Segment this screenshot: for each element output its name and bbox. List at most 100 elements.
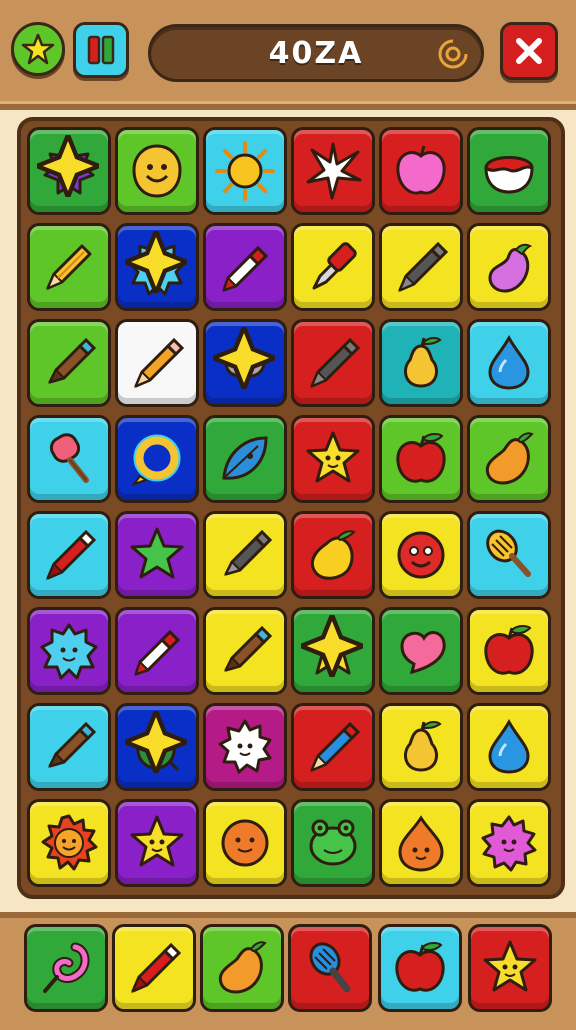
board-tile[interactable] xyxy=(379,607,463,695)
water-drop-icon xyxy=(488,334,530,390)
blue-whisk-icon xyxy=(309,942,351,993)
blue-crayon-icon xyxy=(310,721,361,772)
board-tile[interactable] xyxy=(291,607,375,695)
board-tile[interactable] xyxy=(115,511,199,599)
red-pen-icon xyxy=(222,245,269,292)
top-bar: 40ZA xyxy=(0,0,576,110)
item-tray xyxy=(0,912,576,1030)
board-tile[interactable] xyxy=(379,799,463,887)
grey-crayon-icon xyxy=(398,241,449,292)
board-tile[interactable] xyxy=(115,223,199,311)
board-tile[interactable] xyxy=(203,607,287,695)
yellow-lemon-icon xyxy=(311,530,356,580)
board-tile[interactable] xyxy=(203,799,287,887)
yellow-star-icon xyxy=(306,431,360,483)
sparkle-icon xyxy=(37,135,99,197)
orange-pencil-icon xyxy=(134,337,185,388)
green-star-icon xyxy=(130,527,184,579)
tray-slot[interactable] xyxy=(468,924,552,1012)
pink-apple-icon xyxy=(396,145,446,195)
sparkle-icon xyxy=(125,711,187,773)
board-tile[interactable] xyxy=(467,415,551,503)
board-tile[interactable] xyxy=(203,319,287,407)
board-tile[interactable] xyxy=(379,703,463,791)
pencil-icon xyxy=(46,244,92,290)
board-tile[interactable] xyxy=(467,511,551,599)
level-title: 40ZA xyxy=(268,35,364,71)
board-tile[interactable] xyxy=(467,127,551,215)
pause-icon xyxy=(87,35,115,65)
orange-drop-face-icon xyxy=(398,815,444,872)
board-tile[interactable] xyxy=(203,223,287,311)
red-sun-face-icon xyxy=(41,814,98,871)
red-face-ball-icon xyxy=(397,531,445,579)
board-tile[interactable] xyxy=(291,127,375,215)
board-tile[interactable] xyxy=(291,799,375,887)
board-tile[interactable] xyxy=(27,223,111,311)
board-tile[interactable] xyxy=(291,703,375,791)
board-tile[interactable] xyxy=(27,799,111,887)
orange-face-ball-icon xyxy=(221,819,269,867)
brown-marker-icon xyxy=(224,625,273,672)
tray-slot[interactable] xyxy=(288,924,372,1012)
board-tile[interactable] xyxy=(27,127,111,215)
board-tile[interactable] xyxy=(467,607,551,695)
board-tile[interactable] xyxy=(115,415,199,503)
board-tile[interactable] xyxy=(467,223,551,311)
tray-slot[interactable] xyxy=(112,924,196,1012)
board-tile[interactable] xyxy=(203,127,287,215)
board-tile[interactable] xyxy=(203,511,287,599)
board-tile[interactable] xyxy=(27,415,111,503)
board-tile[interactable] xyxy=(379,319,463,407)
cyan-blob-icon xyxy=(40,623,98,680)
red-pen-icon xyxy=(134,629,181,676)
yellow-star-icon xyxy=(483,940,537,992)
red-apple-icon xyxy=(396,433,446,483)
board-tile[interactable] xyxy=(115,703,199,791)
board-tile[interactable] xyxy=(291,415,375,503)
tray-slot[interactable] xyxy=(378,924,462,1012)
star-button[interactable] xyxy=(11,22,65,76)
close-icon xyxy=(516,38,542,64)
mango-icon xyxy=(485,432,534,485)
level-title-pill: 40ZA xyxy=(148,24,484,82)
smiley-blob-icon xyxy=(132,144,182,198)
board-tile[interactable] xyxy=(467,319,551,407)
red-marker-icon xyxy=(312,242,357,290)
water-drop-icon xyxy=(488,718,530,774)
board-tile[interactable] xyxy=(379,415,463,503)
white-blob-icon xyxy=(218,719,272,774)
board-tile[interactable] xyxy=(115,607,199,695)
board-tile[interactable] xyxy=(27,319,111,407)
board-tile[interactable] xyxy=(27,703,111,791)
game-board xyxy=(17,117,565,899)
pink-hook-icon xyxy=(43,942,90,993)
board-tile[interactable] xyxy=(115,799,199,887)
board-tile[interactable] xyxy=(467,799,551,887)
tray-slot[interactable] xyxy=(24,924,108,1012)
pause-button[interactable] xyxy=(73,22,129,78)
board-tile[interactable] xyxy=(379,127,463,215)
ice-pop-icon xyxy=(49,433,89,483)
board-tile[interactable] xyxy=(203,703,287,791)
target-icon[interactable] xyxy=(437,38,469,70)
board-tile[interactable] xyxy=(291,223,375,311)
board-tile[interactable] xyxy=(379,511,463,599)
green-frog-icon xyxy=(309,819,357,866)
board-tile[interactable] xyxy=(203,415,287,503)
board-tile[interactable] xyxy=(291,511,375,599)
board-tile[interactable] xyxy=(467,703,551,791)
close-button[interactable] xyxy=(500,22,558,80)
board-tile[interactable] xyxy=(379,223,463,311)
yellow-star-icon xyxy=(130,815,184,867)
red-apple-icon xyxy=(484,625,534,675)
board-tile[interactable] xyxy=(115,127,199,215)
board-tile[interactable] xyxy=(115,319,199,407)
board-tile[interactable] xyxy=(291,319,375,407)
board-tile[interactable] xyxy=(27,511,111,599)
sparkle-icon xyxy=(125,231,187,293)
pink-blob-icon xyxy=(481,815,537,872)
tray-slot[interactable] xyxy=(200,924,284,1012)
red-crayon-icon xyxy=(131,942,182,993)
board-tile[interactable] xyxy=(27,607,111,695)
